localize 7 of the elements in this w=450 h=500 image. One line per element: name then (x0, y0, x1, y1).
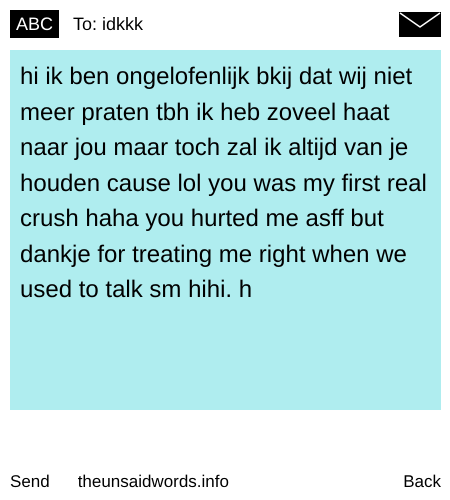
message-field[interactable]: hi ik ben ongelofenlijk bkij dat wij niet meer praten tbh ik heb zoveel haat naar jou maar toch zal ik altijd van je houden cause lol you was my first real crush haha you hurted me asff but dankje for treating me right when we used to talk sm hihi. h (10, 50, 441, 410)
recipient-label: To: idkkk (73, 14, 144, 34)
envelope-icon (399, 12, 441, 36)
send-softkey[interactable]: Send (10, 472, 50, 492)
back-softkey[interactable]: Back (403, 472, 441, 492)
input-mode-badge: ABC (10, 10, 60, 38)
website-label: theunsaidwords.info (78, 472, 229, 492)
